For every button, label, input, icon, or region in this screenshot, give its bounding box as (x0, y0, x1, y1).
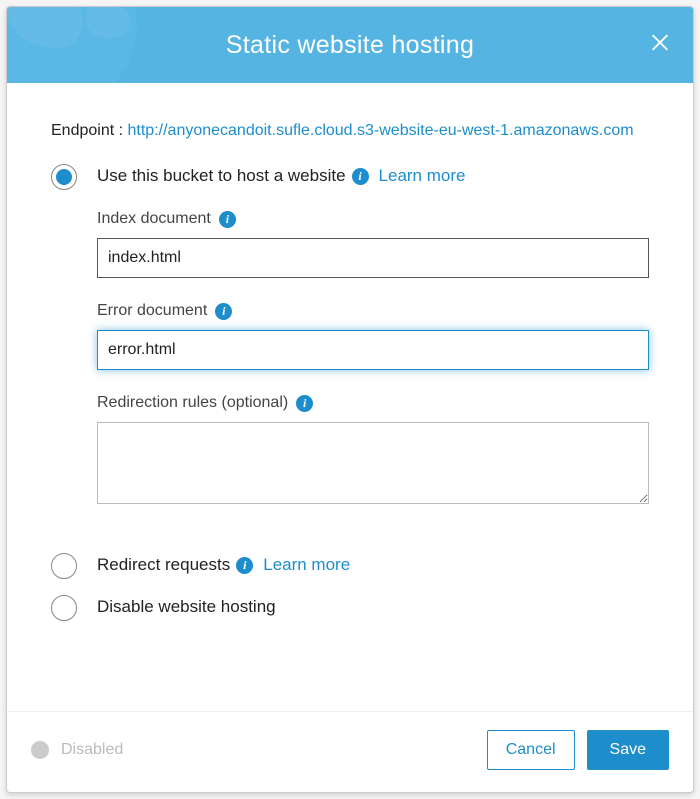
close-icon (649, 32, 671, 54)
info-icon[interactable]: i (219, 211, 236, 228)
option-redirect-label-line: Redirect requests i Learn more (97, 555, 649, 575)
close-button[interactable] (649, 32, 671, 59)
modal-header: Static website hosting (7, 7, 693, 83)
index-document-field: Index document i (97, 210, 649, 278)
simple-options-group: Redirect requests i Learn more Disable w… (51, 553, 649, 621)
error-document-label-row: Error document i (97, 302, 649, 320)
error-document-field: Error document i (97, 302, 649, 370)
error-document-input[interactable] (97, 330, 649, 370)
endpoint-link[interactable]: http://anyonecandoit.sufle.cloud.s3-webs… (128, 122, 634, 139)
option-disable-label-line: Disable website hosting (97, 597, 649, 617)
radio-disable[interactable] (51, 595, 77, 621)
option-redirect-body: Redirect requests i Learn more (97, 553, 649, 575)
option-disable-body: Disable website hosting (97, 595, 649, 617)
option-disable-label: Disable website hosting (97, 597, 276, 617)
index-document-label-row: Index document i (97, 210, 649, 228)
option-disable: Disable website hosting (51, 595, 649, 621)
globe-decoration (7, 7, 167, 83)
option-use-bucket: Use this bucket to host a website i Lear… (51, 164, 649, 509)
endpoint-label: Endpoint : (51, 122, 123, 139)
info-icon[interactable]: i (215, 303, 232, 320)
option-redirect-label: Redirect requests (97, 555, 230, 575)
index-document-input[interactable] (97, 238, 649, 278)
error-document-label: Error document (97, 302, 207, 320)
option-redirect: Redirect requests i Learn more (51, 553, 649, 579)
footer-status: Disabled (31, 741, 487, 759)
radio-use-bucket[interactable] (51, 164, 77, 190)
save-button[interactable]: Save (587, 730, 669, 770)
learn-more-link[interactable]: Learn more (263, 555, 350, 575)
radio-selected-indicator (56, 169, 72, 185)
option-use-bucket-label-line: Use this bucket to host a website i Lear… (97, 166, 649, 186)
redirection-rules-field: Redirection rules (optional) i (97, 394, 649, 509)
status-dot-icon (31, 741, 49, 759)
option-use-bucket-body: Use this bucket to host a website i Lear… (97, 164, 649, 509)
info-icon[interactable]: i (236, 557, 253, 574)
info-icon[interactable]: i (296, 395, 313, 412)
learn-more-link[interactable]: Learn more (379, 166, 466, 186)
status-label: Disabled (61, 741, 123, 759)
option-use-bucket-label: Use this bucket to host a website (97, 166, 346, 186)
index-document-label: Index document (97, 210, 211, 228)
radio-redirect[interactable] (51, 553, 77, 579)
redirection-rules-label-row: Redirection rules (optional) i (97, 394, 649, 412)
modal-title: Static website hosting (226, 31, 474, 60)
static-website-hosting-modal: Static website hosting Endpoint : http:/… (6, 6, 694, 793)
redirection-rules-input[interactable] (97, 422, 649, 504)
redirection-rules-label: Redirection rules (optional) (97, 394, 288, 412)
endpoint-row: Endpoint : http://anyonecandoit.sufle.cl… (51, 119, 649, 142)
modal-body: Endpoint : http://anyonecandoit.sufle.cl… (7, 83, 693, 711)
info-icon[interactable]: i (352, 168, 369, 185)
hosting-options: Use this bucket to host a website i Lear… (51, 164, 649, 621)
modal-footer: Disabled Cancel Save (7, 711, 693, 792)
cancel-button[interactable]: Cancel (487, 730, 575, 770)
